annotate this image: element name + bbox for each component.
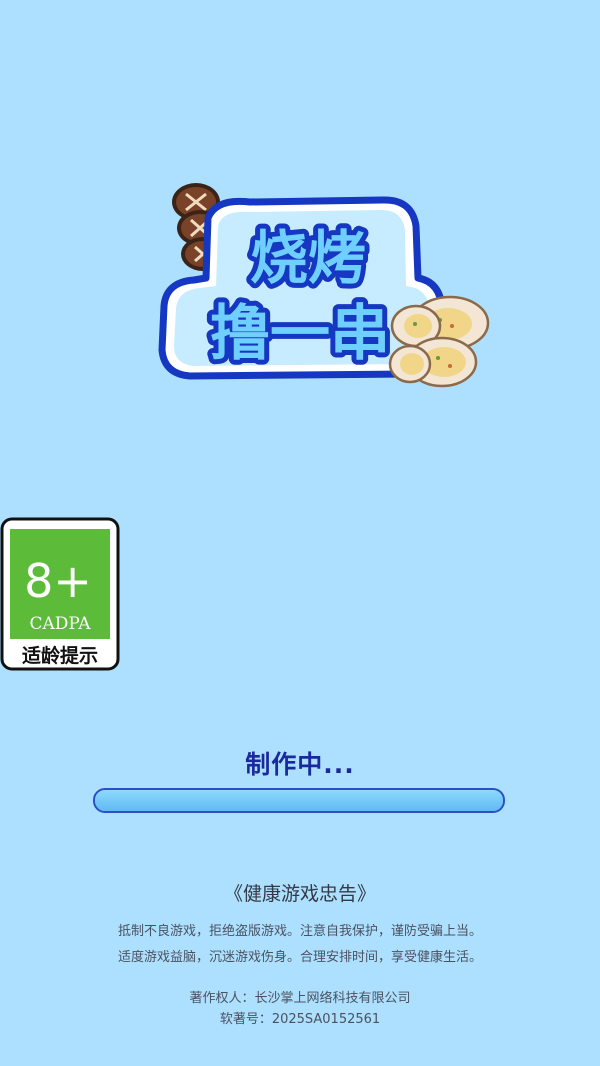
copyright-owner: 著作权人：长沙掌上网络科技有限公司: [189, 991, 411, 1006]
loading-status-text: 制作中...: [245, 750, 355, 779]
logo-title-line1: 烧烤: [250, 224, 366, 292]
logo-title-line2: 撸一串: [210, 299, 390, 369]
oyster-icon: [388, 295, 490, 388]
health-advice-line-2: 适度游戏益脑，沉迷游戏伤身。合理安排时间，享受健康生活。: [117, 950, 482, 965]
age-rating-number: 8+: [24, 554, 92, 608]
health-advice-line-1: 抵制不良游戏，拒绝盗版游戏。注意自我保护，谨防受骗上当。: [117, 924, 482, 939]
health-advice-title: 《健康游戏忠告》: [223, 883, 376, 905]
age-rating-caption: 适龄提示: [22, 644, 98, 667]
age-rating-org: CADPA: [29, 614, 91, 634]
loading-progress-fill: [95, 790, 503, 811]
age-rating-badge: 8+ CADPA 适龄提示: [0, 517, 120, 671]
software-registration-number: 软著号：2025SA0152561: [219, 1012, 381, 1027]
game-logo: 烧烤 烧烤 撸一串 撸一串: [158, 183, 490, 388]
loading-progress-bar: [93, 788, 505, 813]
